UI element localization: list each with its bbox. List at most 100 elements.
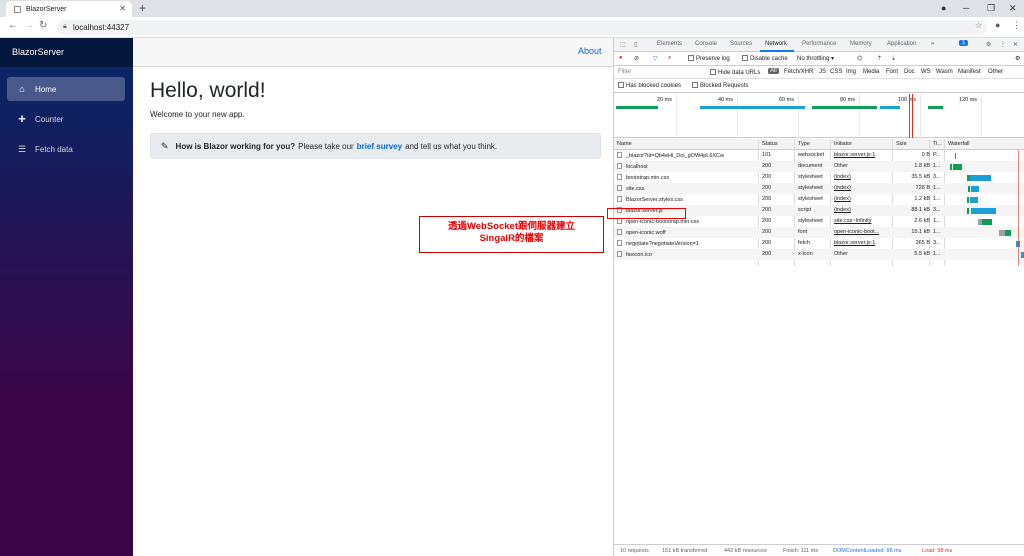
survey-link[interactable]: brief survey (357, 142, 402, 151)
preserve-log-label: Preserve log (696, 56, 730, 62)
tab-network[interactable]: Network (765, 41, 787, 47)
reload-icon[interactable]: ↻ (39, 20, 47, 31)
filter-type-img[interactable]: Img (846, 69, 856, 75)
minimize-icon[interactable]: ─ (963, 3, 969, 13)
filter-type-js[interactable]: JS (819, 69, 826, 75)
filter-type-font[interactable]: Font (886, 69, 898, 75)
menu-kebab-icon[interactable]: ⋮ (1012, 20, 1021, 31)
filter-type-doc[interactable]: Doc (904, 69, 915, 75)
col-size[interactable]: Size (896, 141, 907, 147)
filter-type-manifest[interactable]: Manifest (958, 69, 981, 75)
tab-elements[interactable]: Elements (657, 41, 682, 47)
sidebar-item-fetch-data[interactable]: ☰ Fetch data (7, 137, 125, 161)
table-row[interactable]: open-iconic.woff 200 font open-iconic-boot.… (614, 227, 1024, 238)
hide-data-urls-checkbox[interactable]: Hide data URLs (710, 69, 760, 76)
request-initiator[interactable]: site.css~Infinity (834, 218, 892, 224)
issues-badge[interactable]: 1 (959, 40, 969, 46)
has-blocked-cookies-label: Has blocked cookies (626, 83, 682, 89)
sidebar-item-counter[interactable]: ✚ Counter (7, 107, 125, 131)
tab-memory[interactable]: Memory (850, 41, 872, 47)
filter-type-all[interactable]: All (768, 68, 779, 74)
throttling-select[interactable]: No throttling ▾ (797, 55, 834, 62)
close-tab-icon[interactable]: ✕ (119, 4, 126, 13)
request-initiator[interactable]: (index) (834, 207, 892, 213)
table-row[interactable]: BlazorServer.styles.css 200 stylesheet (ind… (614, 194, 1024, 205)
search-icon[interactable]: ⌕ (668, 55, 671, 62)
browser-tab[interactable]: BlazorServer ✕ (6, 1, 132, 17)
record-icon[interactable]: ● (619, 55, 623, 61)
clear-icon[interactable]: ⊘ (634, 55, 639, 62)
blocked-requests-checkbox[interactable]: Blocked Requests (692, 82, 748, 89)
tab-performance[interactable]: Performance (802, 41, 836, 47)
col-status[interactable]: Status (762, 141, 778, 147)
has-blocked-cookies-checkbox[interactable]: Has blocked cookies (618, 82, 681, 89)
device-toolbar-icon[interactable]: ▯ (634, 41, 637, 48)
request-initiator[interactable]: blazor.server.js:1 (834, 152, 892, 158)
col-time[interactable]: Ti... (933, 141, 942, 147)
request-initiator[interactable]: open-iconic-boot... (834, 229, 892, 235)
tab-console[interactable]: Console (695, 41, 717, 47)
filter-type-css[interactable]: CSS (830, 69, 842, 75)
import-har-icon[interactable]: ⇡ (877, 55, 882, 62)
network-conditions-icon[interactable]: ⌬ (857, 55, 862, 62)
forward-icon[interactable]: → (24, 20, 34, 31)
col-name[interactable]: Name (617, 141, 632, 147)
col-initiator[interactable]: Initiator (834, 141, 852, 147)
about-link[interactable]: About (578, 46, 602, 56)
filter-type-ws[interactable]: WS (921, 69, 931, 75)
profile-avatar[interactable]: ● (995, 20, 1000, 30)
more-tabs-icon[interactable]: » (931, 41, 934, 47)
tab-application[interactable]: Application (887, 41, 916, 47)
inspect-icon[interactable]: ⬚ (620, 41, 626, 48)
file-icon (617, 185, 622, 191)
table-row[interactable]: _blazor?id=Qb4eHi_Doi_gOW4pL6XCw 101 webso… (614, 150, 1024, 161)
request-initiator[interactable]: (index) (834, 185, 892, 191)
network-settings-icon[interactable]: ⚙ (1015, 55, 1020, 62)
load-marker (912, 94, 913, 138)
filter-type-media[interactable]: Media (863, 69, 879, 75)
maximize-icon[interactable]: ❐ (987, 3, 995, 14)
col-type[interactable]: Type (798, 141, 810, 147)
file-icon (617, 163, 622, 169)
back-icon[interactable]: ← (8, 20, 18, 31)
preserve-log-checkbox[interactable]: Preserve log (688, 55, 730, 62)
profile-dot-icon[interactable]: ● (941, 3, 946, 13)
filter-icon[interactable]: ▽ (653, 55, 658, 62)
tab-sources[interactable]: Sources (730, 41, 752, 47)
blocked-requests-label: Blocked Requests (700, 83, 749, 89)
close-devtools-icon[interactable]: ✕ (1013, 41, 1018, 48)
disable-cache-checkbox[interactable]: Disable cache (742, 55, 788, 62)
table-row[interactable]: bootstrap.min.css 200 stylesheet (index) 35.… (614, 172, 1024, 183)
settings-gear-icon[interactable]: ⚙ (986, 41, 991, 48)
waterfall-bar (971, 208, 996, 214)
new-tab-button[interactable]: + (139, 1, 146, 15)
export-har-icon[interactable]: ⇣ (891, 55, 896, 62)
request-initiator[interactable]: (index) (834, 196, 892, 202)
waterfall-bar (953, 164, 962, 170)
close-window-icon[interactable]: ✕ (1009, 3, 1017, 14)
devtools-menu-icon[interactable]: ⋮ (1000, 41, 1006, 48)
filter-type-other[interactable]: Other (988, 69, 1003, 75)
col-waterfall[interactable]: Waterfall (948, 141, 970, 147)
highlight-box (607, 208, 686, 219)
request-type: websocket (798, 152, 824, 158)
filter-type-fetch-xhr[interactable]: Fetch/XHR (784, 69, 813, 75)
request-initiator[interactable]: blazor.server.js:1 (834, 240, 892, 246)
filter-type-wasm[interactable]: Wasm (936, 69, 953, 75)
url-field[interactable]: 🔒︎ localhost:44327 (57, 20, 987, 35)
bookmark-star-icon[interactable]: ☆ (975, 21, 982, 30)
survey-text-before: Please take our (298, 141, 354, 151)
table-row[interactable]: negotiate?negotiateVersion=1 200 fetch blaz… (614, 238, 1024, 249)
load-time: Load: 98 ms (922, 548, 953, 554)
table-row[interactable]: site.css 200 stylesheet (index) 728 B 1... (614, 183, 1024, 194)
waterfall-bar (955, 153, 956, 159)
overview-bar (880, 106, 900, 109)
app-brand[interactable]: BlazorServer (0, 38, 133, 67)
timeline-tick: 40 ms (718, 97, 733, 103)
sidebar-item-home[interactable]: ⌂ Home (7, 77, 125, 101)
request-initiator[interactable]: (index) (834, 174, 892, 180)
table-row[interactable]: favicon.ico 200 x-icon Other 5.5 kB 1... (614, 249, 1024, 260)
request-type: script (798, 207, 812, 213)
filter-input[interactable]: Filter (618, 69, 631, 75)
table-row[interactable]: localhost 200 document Other 1.8 kB 1... (614, 161, 1024, 172)
